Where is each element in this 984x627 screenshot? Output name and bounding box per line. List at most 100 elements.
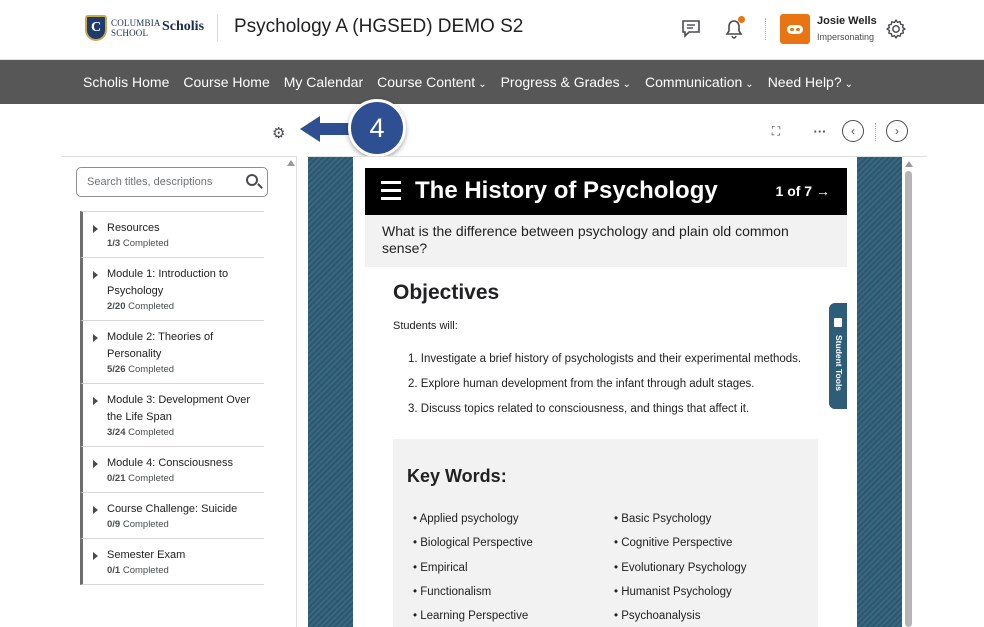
content-scrollbar[interactable]: [902, 157, 916, 627]
key-word: • Basic Psychology: [614, 513, 712, 525]
nav-item-need-help[interactable]: Need Help? ⌄: [768, 74, 853, 90]
header-divider: [217, 15, 218, 41]
key-word: • Applied psychology: [413, 513, 519, 525]
key-word: • Evolutionary Psychology: [614, 561, 747, 574]
key-word: • Cognitive Perspective: [614, 537, 733, 550]
toc-module[interactable]: Module 4: Consciousness 0/21 Completed: [80, 447, 264, 493]
gear-icon[interactable]: [883, 16, 909, 42]
expand-arrow-icon[interactable]: [93, 225, 98, 233]
content-page: The History of Psychology 1 of 7 → What …: [353, 157, 857, 627]
toc-scrollbar[interactable]: [286, 160, 296, 620]
chevron-down-icon: ⌄: [745, 79, 754, 90]
module-progress: 0/1 Completed: [107, 565, 169, 576]
key-words-heading: Key Words:: [407, 466, 507, 486]
objectives-heading: Objectives: [393, 281, 500, 304]
avatar[interactable]: [780, 14, 810, 44]
logo-brand: Scholis: [162, 19, 205, 34]
chevron-down-icon: ⌄: [622, 79, 632, 90]
search-icon[interactable]: [246, 174, 258, 186]
module-progress: 5/26 Completed: [107, 364, 175, 375]
key-word: • Functionalism: [413, 585, 492, 598]
impersonate-mask-icon: [787, 24, 803, 34]
module-progress: 1/3 Completed: [107, 238, 169, 249]
course-title[interactable]: Psychology A (HGSED) DEMO S2: [234, 16, 523, 38]
module-title: Resources: [107, 222, 160, 234]
module-title: Semester Exam: [107, 549, 186, 561]
main-navbar: Scholis Home Course Home My Calendar Course…: [0, 60, 984, 104]
chat-icon[interactable]: [678, 16, 704, 42]
objectives-lead: Students will:: [393, 320, 458, 332]
user-role: Impersonating: [817, 32, 875, 42]
expand-arrow-icon[interactable]: [93, 552, 98, 560]
toc-module[interactable]: Module 3: Development Over the Life Span…: [80, 384, 264, 447]
toolbox-icon: [834, 318, 842, 327]
expand-arrow-icon[interactable]: [93, 334, 98, 342]
module-progress: 0/21 Completed: [107, 473, 175, 484]
toc-module[interactable]: Semester Exam 0/1 Completed: [80, 539, 264, 585]
objectives-list: 1. Investigate a brief history of psycho…: [408, 347, 801, 422]
expand-arrow-icon[interactable]: [93, 506, 98, 514]
module-progress: 2/20 Completed: [107, 301, 175, 312]
nav-item-my-calendar[interactable]: My Calendar: [284, 74, 363, 90]
key-word: • Biological Perspective: [413, 537, 533, 550]
annotation-badge: 4: [348, 99, 406, 157]
toc-module[interactable]: Course Challenge: Suicide 0/9 Completed: [80, 493, 264, 539]
scroll-up-arrow-icon[interactable]: [905, 161, 913, 167]
expand-arrow-icon[interactable]: [93, 460, 98, 468]
nav-item-course-content[interactable]: Course Content ⌄: [377, 74, 486, 90]
toc-module[interactable]: Resources 1/3 Completed: [80, 211, 264, 258]
page-indicator[interactable]: 1 of 7 →: [776, 183, 830, 199]
module-list: Resources 1/3 Completed Module 1: Introduc…: [80, 211, 264, 585]
essential-question: What is the difference between psycholog…: [365, 215, 847, 267]
chevron-down-icon: ⌄: [844, 79, 854, 90]
school-logo[interactable]: C COLUMBIA SCHOOL Scholis: [85, 14, 204, 42]
module-title: Module 2: Theories of Personality: [107, 331, 214, 360]
content-frame: The History of Psychology 1 of 7 → What …: [308, 157, 902, 627]
toc-module[interactable]: Module 2: Theories of Personality 5/26 Co…: [80, 321, 264, 384]
nav-item-scholis-home[interactable]: Scholis Home: [83, 74, 169, 90]
scroll-up-arrow-icon[interactable]: [287, 160, 295, 166]
more-options-icon[interactable]: ···: [812, 120, 828, 142]
objective-item: 1. Investigate a brief history of psycho…: [408, 353, 802, 365]
nav-item-progress-grades[interactable]: Progress & Grades ⌄: [501, 74, 631, 90]
crest-icon: C: [85, 15, 107, 41]
previous-topic-icon[interactable]: ‹: [842, 120, 864, 142]
objective-item: 2. Explore human development from the in…: [408, 378, 755, 390]
key-word: • Psychoanalysis: [614, 610, 701, 623]
user-name[interactable]: Josie Wells: [817, 15, 877, 27]
app-root: C COLUMBIA SCHOOL Scholis Psychology A (…: [0, 0, 984, 627]
objective-item: 3. Discuss topics related to consciousne…: [408, 403, 750, 415]
key-words-left-column: • Applied psychology • Biological Perspe…: [413, 507, 533, 627]
logo-school-bottom: SCHOOL: [111, 28, 149, 38]
module-title: Module 1: Introduction to Psychology: [107, 268, 229, 297]
lesson-banner: The History of Psychology 1 of 7 →: [365, 168, 847, 215]
table-of-contents-panel: ⚙ Search titles, descriptions Resources 1…: [62, 104, 297, 627]
expand-arrow-icon[interactable]: [93, 397, 98, 405]
module-title: Module 4: Consciousness: [107, 457, 233, 469]
student-tools-tab[interactable]: Student Tools: [829, 303, 847, 409]
key-word: • Empirical: [413, 561, 468, 574]
expand-arrow-icon[interactable]: [93, 271, 98, 279]
nav-item-course-home[interactable]: Course Home: [183, 74, 269, 90]
module-progress: 0/9 Completed: [107, 519, 169, 530]
fullscreen-icon[interactable]: ⛶: [768, 120, 784, 142]
key-words-box: Key Words: • Applied psychology • Biolog…: [393, 439, 818, 627]
module-title: Course Challenge: Suicide: [107, 503, 238, 515]
key-word: • Learning Perspective: [413, 610, 529, 623]
next-topic-icon[interactable]: ›: [886, 120, 908, 142]
notification-dot: [738, 16, 745, 23]
chevron-down-icon: ⌄: [478, 79, 487, 90]
toc-search-input[interactable]: Search titles, descriptions: [76, 167, 268, 197]
key-word: • Humanist Psychology: [614, 585, 732, 598]
search-placeholder: Search titles, descriptions: [87, 176, 213, 188]
nav-item-communication[interactable]: Communication ⌄: [645, 74, 754, 90]
bell-icon[interactable]: [721, 16, 747, 42]
toc-settings-gear-icon[interactable]: ⚙: [272, 124, 285, 142]
student-tools-label: Student Tools: [834, 335, 844, 392]
toc-module[interactable]: Module 1: Introduction to Psychology 2/20…: [80, 258, 264, 321]
module-title: Module 3: Development Over the Life Span: [107, 394, 251, 423]
menu-icon[interactable]: [381, 181, 401, 205]
module-progress: 3/24 Completed: [107, 427, 175, 438]
scrollbar-thumb[interactable]: [905, 171, 912, 627]
top-header: C COLUMBIA SCHOOL Scholis Psychology A (…: [0, 0, 984, 60]
